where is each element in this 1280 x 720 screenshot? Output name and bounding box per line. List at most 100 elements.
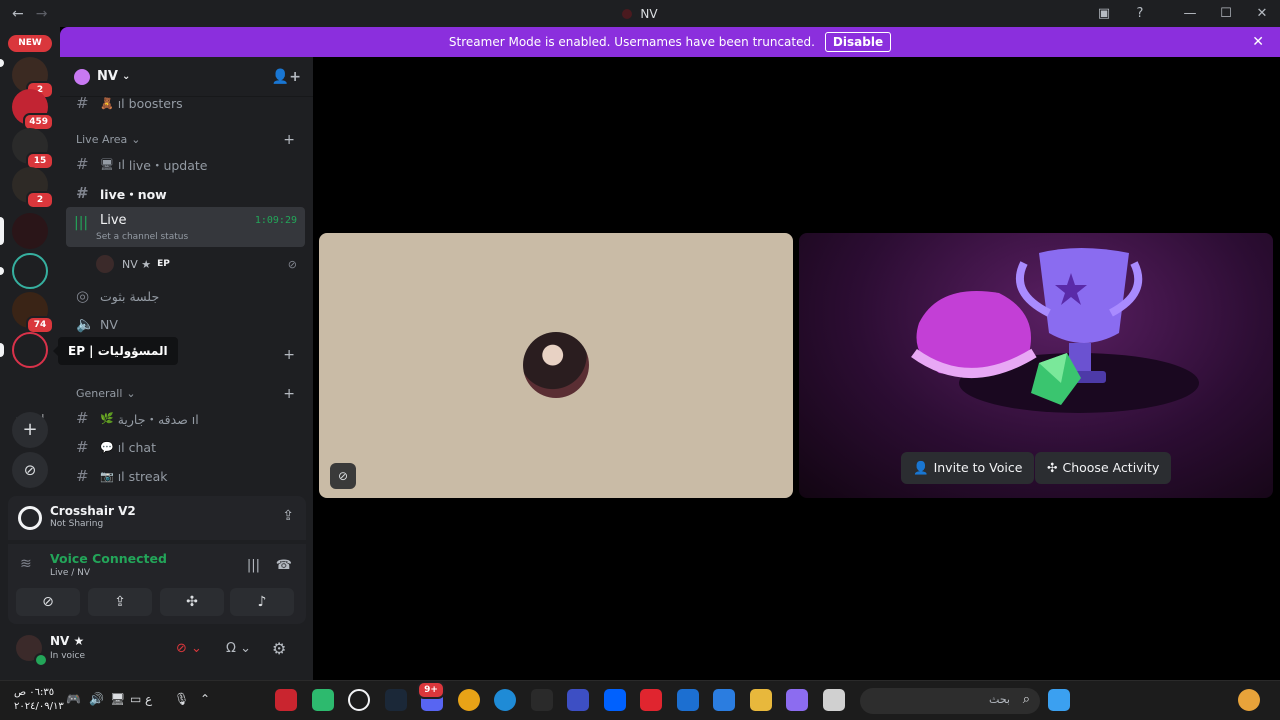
taskbar-search[interactable]: بحث ⌕	[860, 688, 1040, 714]
create-channel-icon[interactable]: +	[283, 386, 295, 402]
crosshair-title: Crosshair V2	[50, 504, 136, 518]
invite-user-icon: 👤	[913, 460, 929, 475]
maximize-icon[interactable]: ☐	[1208, 6, 1244, 21]
server-tooltip: EP | المسؤوليات	[53, 337, 178, 365]
file-explorer-icon[interactable]	[750, 689, 772, 711]
voice-status: Voice Connected	[50, 551, 167, 566]
server-icon[interactable]	[12, 332, 48, 368]
channel-chat[interactable]: # 💬 ıl chat	[68, 434, 305, 460]
muted-mic-icon: ⊘	[330, 463, 356, 489]
category-live-area[interactable]: Live Area ⌄ +	[76, 132, 305, 148]
store-icon[interactable]	[713, 689, 735, 711]
noise-suppression-icon[interactable]: |||	[247, 558, 260, 573]
guild-icon	[622, 8, 633, 19]
voice-channel-live[interactable]: ||| Live Set a channel status 1:09:29	[66, 207, 305, 247]
new-badge[interactable]: NEW	[8, 35, 52, 52]
guild-home-icon	[74, 68, 90, 85]
gear-icon[interactable]: ⚙	[272, 639, 286, 658]
voice-location[interactable]: Live / NV	[50, 568, 90, 578]
microphone-icon[interactable]: 🎙	[174, 692, 189, 706]
banner-text: Streamer Mode is enabled. Usernames have…	[448, 35, 815, 49]
invite-to-voice-button[interactable]: 👤 Invite to Voice	[901, 452, 1035, 484]
user-name[interactable]: NV ★	[50, 634, 84, 648]
status-dot	[34, 653, 48, 667]
inbox-icon[interactable]: ▣	[1086, 6, 1122, 21]
server-icon[interactable]: 2	[12, 167, 54, 209]
back-arrow-icon[interactable]: ←	[12, 6, 24, 22]
share-screen-button[interactable]: ⇪	[88, 588, 152, 616]
help-icon[interactable]: ?	[1122, 6, 1158, 21]
voice-channel-nv[interactable]: 🔈 NV	[68, 311, 305, 337]
hover-pill	[0, 343, 4, 357]
server-icon[interactable]: 15	[12, 128, 54, 170]
mail-icon[interactable]	[677, 689, 699, 711]
disconnect-icon[interactable]: ☎	[276, 558, 292, 573]
close-icon[interactable]: ✕	[1244, 6, 1280, 21]
chrome-icon[interactable]	[458, 689, 480, 711]
create-channel-icon[interactable]: +	[283, 347, 295, 363]
app-icon[interactable]	[275, 689, 297, 711]
channel-sadaqa[interactable]: # 🌿 صدقه・جارية ıl	[68, 405, 305, 431]
headphones-icon[interactable]: Ω ⌄	[226, 641, 251, 656]
controller-icon[interactable]: 🎮	[66, 692, 81, 706]
camera-off-button[interactable]: ⊘	[16, 588, 80, 616]
activities-button[interactable]: ✣	[160, 588, 224, 616]
activities-icon: ✣	[186, 594, 198, 610]
channel-live-now[interactable]: # live・now	[68, 180, 305, 206]
chevron-up-icon[interactable]: ⌃	[200, 692, 210, 706]
server-icon[interactable]	[12, 253, 48, 289]
chevron-down-icon: ⌄	[121, 71, 131, 82]
choose-activity-button[interactable]: ✣ Choose Activity	[1035, 452, 1172, 484]
signal-icon[interactable]: ≋	[20, 556, 32, 572]
voice-channel-name: Live	[100, 213, 127, 228]
app-icon[interactable]	[312, 689, 334, 711]
epic-games-icon[interactable]	[531, 689, 553, 711]
server-icon[interactable]: 2	[12, 57, 54, 99]
share-screen-icon[interactable]: ⇪	[282, 508, 294, 524]
server-icon[interactable]: 74	[12, 292, 54, 334]
app-window: ← → NV ▣ ? — ☐ ✕ NEW 2 459 15 2 74 اختبا…	[0, 0, 1280, 720]
minimize-icon[interactable]: —	[1172, 6, 1208, 21]
voice-activity-icon: |||	[74, 215, 89, 231]
channel-live-update[interactable]: # 🖥 ıl live・update	[68, 151, 305, 177]
disable-button[interactable]: Disable	[824, 32, 892, 52]
server-icon[interactable]: 459	[12, 89, 54, 131]
channel-status[interactable]: Set a channel status	[96, 232, 188, 242]
create-channel-icon[interactable]: +	[283, 132, 295, 148]
voice-timer: 1:09:29	[254, 215, 297, 226]
forward-arrow-icon[interactable]: →	[36, 6, 48, 22]
language-indicator[interactable]: ع	[145, 692, 152, 706]
volume-icon[interactable]: 🔊	[89, 692, 104, 706]
soundboard-button[interactable]: ♪	[230, 588, 294, 616]
clock-time: ٠٦:٣٥ ص	[14, 687, 55, 698]
app-icon[interactable]	[640, 689, 662, 711]
add-member-icon[interactable]: 👤+	[272, 69, 301, 85]
channel-streak[interactable]: # 📷 ıl streak	[68, 463, 305, 489]
voice-tile-user[interactable]: ⊘	[319, 233, 793, 498]
dropbox-icon[interactable]	[604, 689, 626, 711]
network-icon[interactable]: 🖥	[110, 692, 125, 706]
close-banner-icon[interactable]: ✕	[1252, 34, 1264, 50]
task-view-icon[interactable]	[823, 689, 845, 711]
voice-member[interactable]: NV ★ EP ⊘	[96, 253, 305, 275]
discord-icon[interactable]: 9+	[417, 681, 445, 711]
app-icon[interactable]	[567, 689, 589, 711]
edge-icon[interactable]	[494, 689, 516, 711]
channel-boosters[interactable]: # 🧸 ıl boosters	[68, 90, 305, 116]
stage-channel[interactable]: ◎ جلسة بثوت	[68, 283, 305, 309]
clock[interactable]: ٠٦:٣٥ ص ٢٠٢٤/٠٩/١٣	[14, 686, 64, 714]
battery-icon[interactable]: ▭	[130, 692, 141, 706]
discover-icon[interactable]: ⊘	[12, 452, 48, 488]
chevron-down-icon: ⌄	[131, 133, 141, 146]
windows-start-icon[interactable]	[1048, 689, 1070, 711]
add-server-icon[interactable]: +	[12, 412, 48, 448]
server-icon[interactable]	[12, 213, 48, 249]
crosshair-app-icon[interactable]	[348, 689, 370, 711]
category-generall[interactable]: Generall ⌄ +	[76, 386, 305, 402]
steam-icon[interactable]	[385, 689, 407, 711]
notification-icon[interactable]	[1238, 689, 1260, 711]
screen-share-icon: ⇪	[114, 594, 126, 610]
trophy-illustration	[911, 248, 1199, 413]
muted-mic-icon[interactable]: ⊘ ⌄	[176, 641, 202, 656]
copilot-icon[interactable]	[786, 689, 808, 711]
